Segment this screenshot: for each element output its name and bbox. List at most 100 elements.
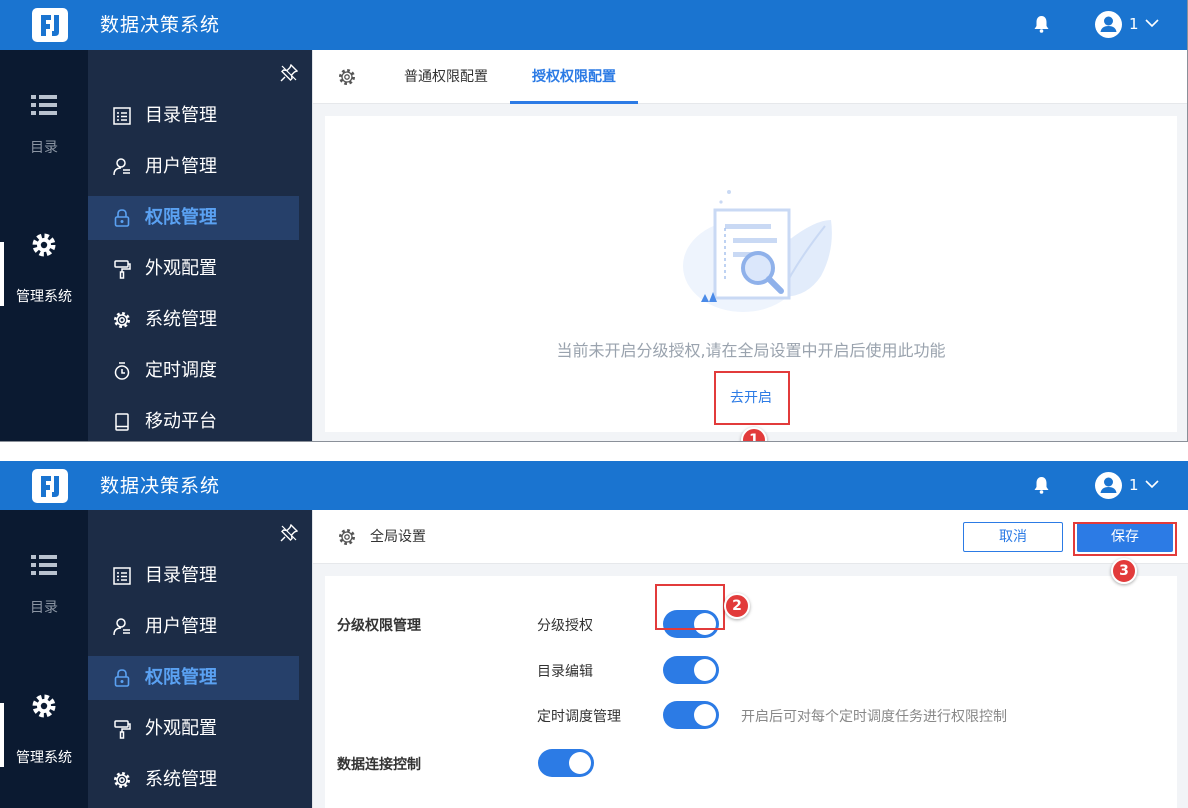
gear-icon	[32, 694, 56, 718]
option-label-schedule-mgmt: 定时调度管理	[537, 709, 621, 725]
menu-item-directory[interactable]: 目录管理	[88, 94, 299, 138]
menu-item-system[interactable]: 系统管理	[88, 758, 299, 802]
user-avatar-icon	[1100, 477, 1117, 493]
main-content: 全局设置 取消 保存 分级权限管理 分级授权 目录编辑 定时调度管理 开启后可对…	[313, 510, 1188, 808]
menu-item-directory[interactable]: 目录管理	[88, 554, 299, 598]
empty-state-message: 当前未开启分级授权,请在全局设置中开启后使用此功能	[556, 341, 946, 360]
app-title: 数据决策系统	[100, 475, 221, 497]
paint-roller-icon	[114, 720, 131, 739]
gear-icon	[114, 312, 130, 328]
tab-normal-permission[interactable]: 普通权限配置	[393, 50, 499, 104]
user-name[interactable]: 1	[1129, 14, 1139, 34]
chevron-down-icon[interactable]	[1144, 479, 1160, 489]
lock-icon	[114, 209, 130, 227]
highlight-box-enable	[714, 371, 790, 425]
app-logo	[32, 8, 68, 42]
tab-bar: 普通权限配置 授权权限配置	[313, 50, 1187, 104]
highlight-box-toggle	[655, 584, 725, 630]
rail-item-label: 目录	[30, 140, 58, 156]
screenshot-panel-1: 数据决策系统 1 目录 管理系统 目录管理 用户管理 权限管理 外观配置 系统管…	[0, 0, 1188, 442]
secondary-menu: 目录管理 用户管理 权限管理 外观配置	[88, 50, 312, 441]
chevron-down-icon[interactable]	[1144, 18, 1160, 28]
menu-item-permissions[interactable]: 权限管理	[88, 656, 299, 700]
step-badge-3: 3	[1111, 558, 1137, 584]
bell-icon[interactable]	[1033, 476, 1050, 494]
option-label-directory-edit: 目录编辑	[537, 664, 593, 680]
settings-icon	[339, 529, 355, 545]
directory-icon	[113, 567, 131, 585]
primary-rail: 目录 管理系统	[0, 510, 88, 808]
lock-icon	[114, 669, 130, 687]
user-icon	[113, 158, 130, 176]
menu-item-label: 用户管理	[145, 156, 217, 177]
settings-icon[interactable]	[337, 67, 357, 87]
menu-item-users[interactable]: 用户管理	[88, 605, 299, 649]
rail-item-management[interactable]: 管理系统	[0, 693, 88, 767]
menu-item-label: 用户管理	[145, 616, 217, 637]
toggle-knob	[569, 752, 591, 774]
list-icon	[31, 555, 57, 575]
menu-item-users[interactable]: 用户管理	[88, 145, 299, 189]
settings-title: 全局设置	[370, 529, 426, 545]
toggle-schedule-mgmt[interactable]	[663, 701, 719, 729]
user-avatar[interactable]	[1095, 472, 1122, 499]
mobile-icon	[115, 413, 129, 431]
step-badge-2: 2	[724, 593, 750, 619]
timer-icon	[114, 362, 130, 380]
menu-item-label: 系统管理	[145, 309, 217, 330]
rail-item-directory[interactable]: 目录	[0, 94, 88, 157]
user-name[interactable]: 1	[1129, 475, 1139, 495]
rail-item-directory[interactable]: 目录	[0, 554, 88, 617]
menu-item-label: 系统管理	[145, 769, 217, 790]
menu-item-system[interactable]: 系统管理	[88, 298, 299, 342]
toggle-knob	[694, 704, 716, 726]
global-settings-header: 全局设置 取消 保存	[313, 510, 1188, 564]
toggle-data-connection[interactable]	[538, 749, 594, 777]
section-label-data-connection: 数据连接控制	[337, 757, 421, 773]
user-avatar[interactable]	[1095, 11, 1122, 38]
toggle-knob	[694, 659, 716, 681]
menu-item-permissions[interactable]: 权限管理	[88, 196, 299, 240]
menu-item-label: 定时调度	[145, 360, 217, 381]
secondary-menu: 目录管理 用户管理 权限管理 外观配置	[88, 510, 312, 808]
directory-icon	[113, 107, 131, 125]
rail-item-label: 管理系统	[16, 289, 72, 305]
bell-icon[interactable]	[1033, 15, 1050, 33]
rail-item-label: 目录	[30, 600, 58, 616]
empty-search-illustration	[683, 190, 832, 312]
menu-item-appearance[interactable]: 外观配置	[88, 707, 299, 751]
user-avatar-icon	[1100, 16, 1117, 32]
screenshot-panel-2: 数据决策系统 1 目录 管理系统 目录管理 用户管理 权限管理 外观配置 系统管…	[0, 461, 1188, 808]
menu-item-mobile[interactable]: 移动平台	[88, 400, 299, 441]
section-label-grading: 分级权限管理	[337, 618, 421, 634]
primary-rail: 目录 管理系统	[0, 50, 88, 441]
gear-icon	[32, 233, 56, 257]
menu-item-label: 外观配置	[145, 258, 217, 279]
gear-icon	[114, 772, 130, 788]
tab-grant-permission[interactable]: 授权权限配置	[510, 50, 638, 104]
menu-item-scheduling[interactable]: 定时调度	[88, 349, 299, 393]
rail-item-management[interactable]: 管理系统	[0, 232, 88, 306]
toggle-directory-edit[interactable]	[663, 656, 719, 684]
menu-item-label: 权限管理	[145, 667, 217, 688]
menu-item-label: 目录管理	[145, 565, 217, 586]
pin-icon[interactable]	[280, 64, 298, 82]
menu-item-label: 权限管理	[145, 207, 217, 228]
user-icon	[113, 618, 130, 636]
option-label-grading-auth: 分级授权	[537, 618, 593, 634]
rail-item-label: 管理系统	[16, 750, 72, 766]
paint-roller-icon	[114, 260, 131, 279]
highlight-box-save	[1073, 522, 1177, 556]
cancel-button[interactable]: 取消	[963, 522, 1063, 552]
menu-item-label: 移动平台	[145, 411, 217, 432]
top-bar: 数据决策系统 1	[0, 461, 1188, 510]
menu-item-label: 外观配置	[145, 718, 217, 739]
global-settings-body: 分级权限管理 分级授权 目录编辑 定时调度管理 开启后可对每个定时调度任务进行权…	[325, 576, 1177, 808]
app-logo	[32, 469, 68, 503]
menu-item-label: 目录管理	[145, 105, 217, 126]
menu-item-appearance[interactable]: 外观配置	[88, 247, 299, 291]
list-icon	[31, 95, 57, 115]
app-title: 数据决策系统	[100, 14, 221, 36]
option-hint-schedule-mgmt: 开启后可对每个定时调度任务进行权限控制	[741, 709, 1007, 725]
pin-icon[interactable]	[280, 524, 298, 542]
